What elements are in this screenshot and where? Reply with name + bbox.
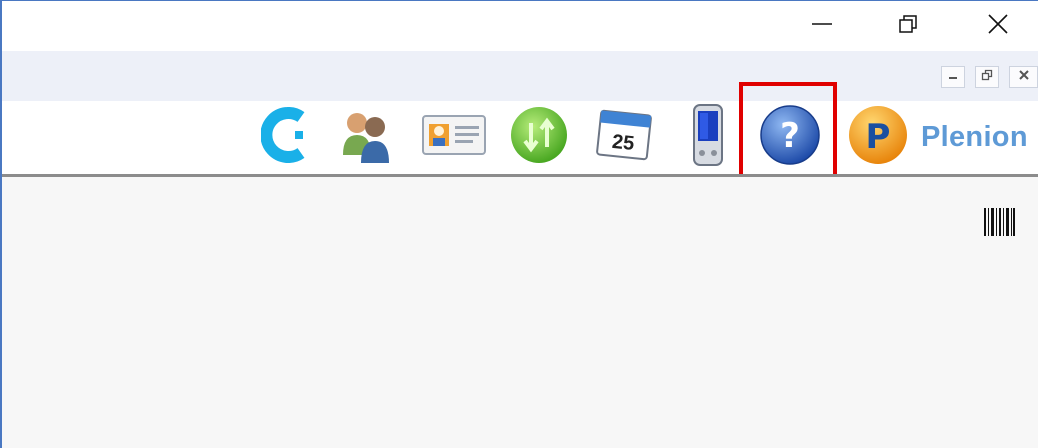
plenion-logo-letter: P bbox=[866, 117, 891, 157]
plenion-brand-text: Plenion bbox=[921, 121, 1028, 153]
sync-arrows-icon bbox=[509, 105, 569, 170]
mobile-device-button[interactable] bbox=[675, 103, 741, 171]
main-toolbar: 25 ? P Plenion bbox=[2, 101, 1038, 174]
id-card-icon bbox=[421, 110, 487, 165]
help-highlight-box bbox=[739, 82, 837, 181]
minimize-icon bbox=[811, 13, 833, 40]
mdi-minimize-button[interactable] bbox=[941, 66, 965, 88]
contacts-button[interactable] bbox=[335, 103, 401, 171]
calendar-day-label: 25 bbox=[611, 130, 635, 154]
window-close-button[interactable] bbox=[968, 1, 1028, 51]
restore-icon bbox=[981, 68, 993, 86]
mdi-control-bar bbox=[2, 51, 1038, 101]
window-restore-button[interactable] bbox=[878, 1, 938, 51]
id-card-button[interactable] bbox=[421, 103, 487, 171]
window-minimize-button[interactable] bbox=[792, 1, 852, 51]
barcode-icon[interactable] bbox=[982, 205, 1016, 239]
close-icon bbox=[987, 13, 1009, 40]
mdi-restore-button[interactable] bbox=[975, 66, 999, 88]
sync-button[interactable] bbox=[506, 103, 572, 171]
close-icon bbox=[1018, 68, 1030, 86]
calendar-button[interactable]: 25 bbox=[591, 103, 657, 171]
minimize-icon bbox=[947, 68, 959, 86]
content-area bbox=[2, 177, 1038, 448]
mdi-close-button[interactable] bbox=[1009, 66, 1038, 88]
plenion-p-logo-icon: P bbox=[847, 104, 909, 171]
title-bar bbox=[2, 1, 1038, 51]
connect-button[interactable] bbox=[252, 103, 318, 171]
people-icon bbox=[335, 105, 401, 170]
plenion-brand[interactable]: P Plenion bbox=[847, 101, 1028, 174]
pda-device-icon bbox=[688, 103, 728, 172]
calendar-icon: 25 bbox=[593, 107, 655, 168]
restore-icon bbox=[897, 13, 919, 40]
c-logo-icon bbox=[260, 106, 309, 168]
